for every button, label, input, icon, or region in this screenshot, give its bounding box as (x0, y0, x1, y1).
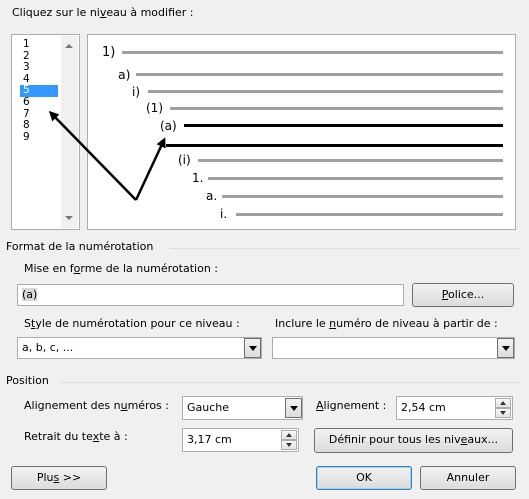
spin-down-icon[interactable] (495, 408, 511, 418)
numbering-style-dropdown-icon[interactable] (244, 338, 261, 358)
position-section-title: Position (6, 374, 49, 387)
spin-up-icon[interactable] (281, 430, 297, 440)
numbering-preview: 1) a) i) (1) (a) (i) 1. a. i. (87, 34, 516, 230)
preview-line-5a (184, 124, 503, 127)
format-section-title: Format de la numérotation (6, 240, 154, 253)
police-button[interactable]: Police... (412, 283, 514, 307)
preview-line-2 (136, 73, 503, 76)
number-alignment-label: Alignement des numéros : (24, 399, 169, 412)
preview-label-2: a) (118, 67, 131, 82)
preview-line-5b (166, 144, 503, 147)
include-level-select[interactable] (272, 337, 515, 359)
position-section-divider (60, 382, 520, 383)
ok-button[interactable]: OK (316, 466, 412, 490)
preview-line-8 (222, 195, 503, 198)
level-listbox[interactable]: 123456789 (11, 34, 80, 230)
level-item-8[interactable]: 8 (20, 120, 58, 132)
alignement-spinner[interactable] (495, 398, 511, 418)
preview-line-3 (148, 90, 503, 93)
include-level-dropdown-icon[interactable] (497, 338, 514, 358)
scroll-down-icon[interactable] (65, 216, 73, 220)
preview-line-6 (198, 159, 503, 162)
preview-label-9: i. (220, 207, 228, 221)
preview-label-1: 1) (102, 45, 116, 60)
text-indent-spinner[interactable] (281, 430, 297, 450)
level-scrollbar[interactable] (61, 36, 78, 228)
level-label-pre: Cliquez sur le ni (12, 6, 100, 19)
preview-label-8: a. (206, 189, 218, 203)
number-alignment-dropdown-icon[interactable] (285, 398, 302, 418)
level-item-1[interactable]: 1 (20, 38, 58, 51)
style-label: Style de numérotation pour ce niveau : (24, 317, 240, 330)
preview-label-7: 1. (192, 171, 204, 185)
level-item-6[interactable]: 6 (20, 96, 58, 109)
spin-up-icon[interactable] (495, 398, 511, 408)
number-format-input[interactable]: (a) (17, 284, 404, 306)
plus-button[interactable]: Plus >> (11, 466, 107, 490)
preview-line-1 (122, 51, 503, 54)
preview-label-5: (a) (160, 119, 177, 133)
format-section-divider (170, 248, 520, 249)
define-all-levels-button[interactable]: Définir pour tous les niveaux... (314, 428, 513, 453)
preview-line-9 (236, 213, 503, 216)
level-item-9[interactable]: 9 (20, 131, 58, 144)
level-list: 123456789 (20, 38, 58, 144)
preview-line-4 (170, 107, 503, 110)
inclure-label: Inclure le numéro de niveau à partir de … (275, 317, 498, 330)
preview-label-4: (1) (146, 101, 163, 115)
cancel-button[interactable]: Annuler (420, 466, 516, 490)
spin-down-icon[interactable] (281, 440, 297, 450)
level-label-post: eau à modifier : (106, 6, 194, 19)
alignement-label: Alignement : (316, 399, 387, 412)
preview-label-6: (i) (178, 153, 191, 167)
scroll-up-icon[interactable] (65, 44, 73, 48)
level-list-label: Cliquez sur le niveau à modifier : (12, 6, 194, 19)
preview-line-7 (208, 177, 503, 180)
mise-en-forme-label: Mise en forme de la numérotation : (24, 262, 219, 275)
preview-label-3: i) (132, 85, 141, 99)
numbering-style-select[interactable]: a, b, c, ... (17, 337, 262, 359)
text-indent-label: Retrait du texte à : (24, 430, 128, 443)
